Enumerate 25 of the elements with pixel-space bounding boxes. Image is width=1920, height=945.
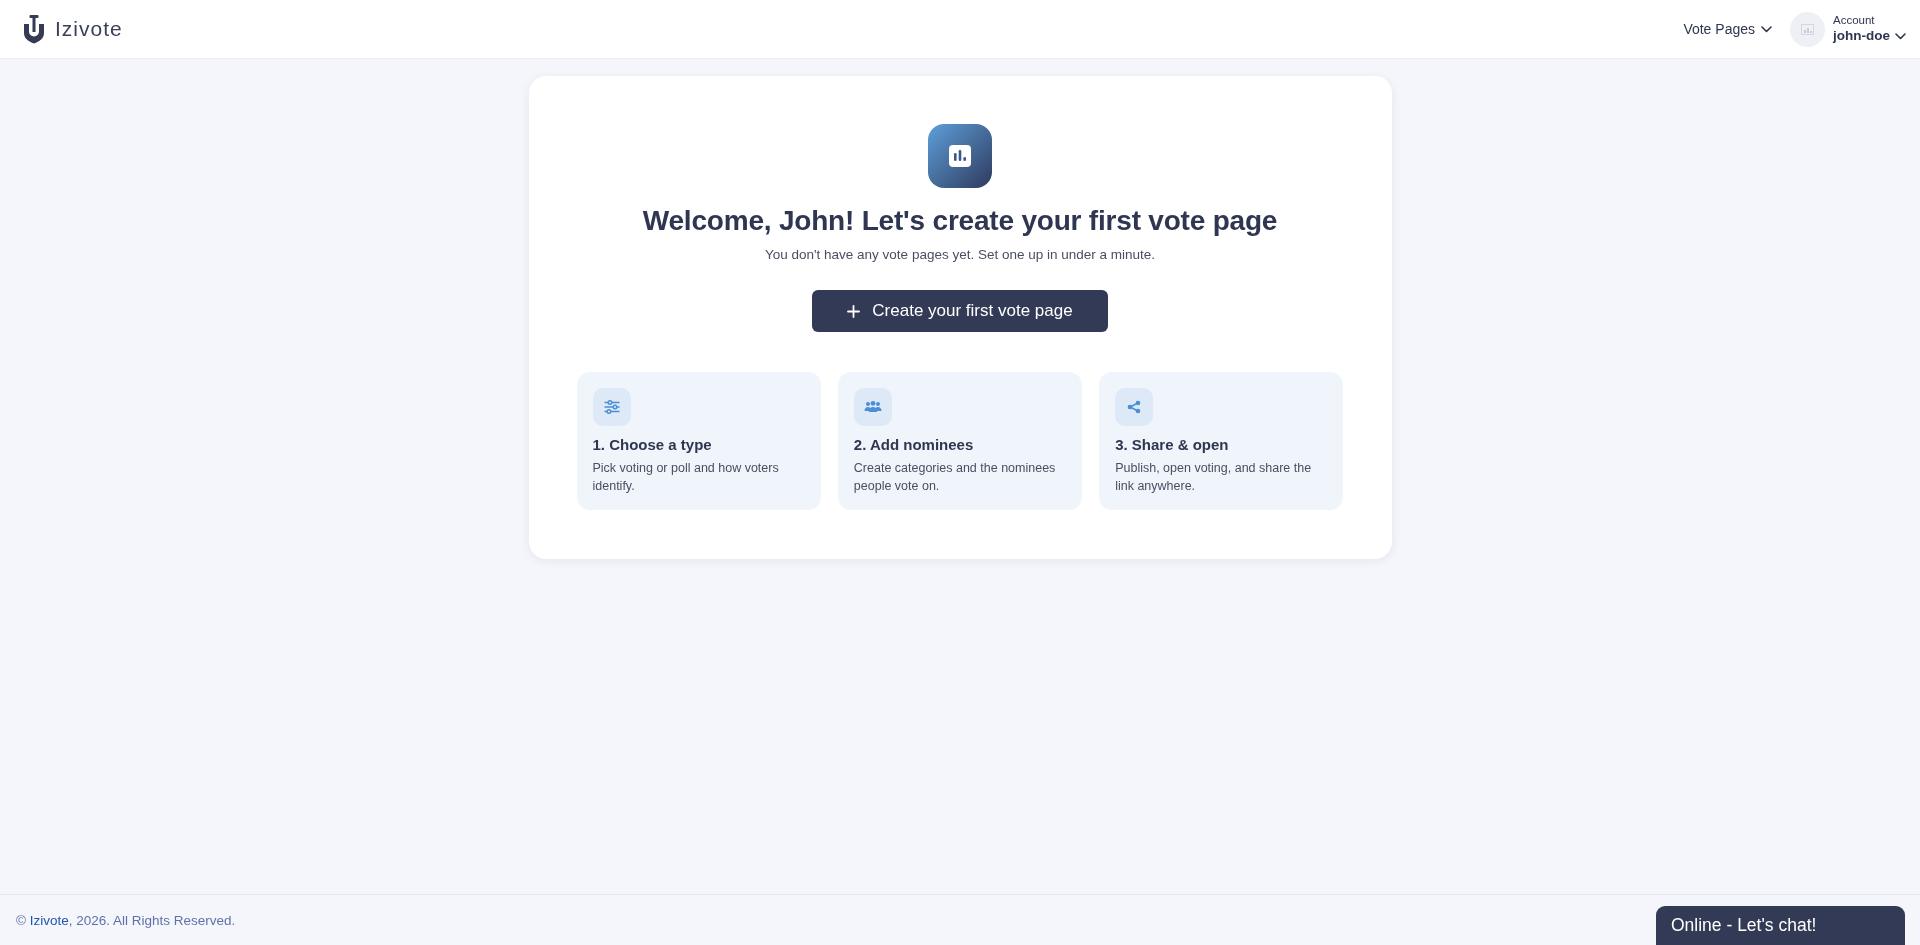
welcome-heading: Welcome, John! Let's create your first vote page	[641, 204, 1279, 238]
logo-link[interactable]: Izivote	[23, 14, 123, 44]
bar-chart-icon	[928, 124, 992, 188]
step-description: Publish, open voting, and share the link anywhere.	[1115, 460, 1313, 495]
sliders-icon	[592, 388, 631, 426]
vote-pages-menu[interactable]: Vote Pages	[1683, 17, 1772, 41]
shield-logo-icon	[23, 14, 45, 44]
chevron-down-icon	[1761, 25, 1772, 33]
people-icon	[853, 388, 892, 426]
step-description: Create categories and the nominees people vote on.	[853, 460, 1057, 495]
image-icon	[1801, 23, 1814, 35]
step-description: Pick voting or poll and how voters identify.	[592, 460, 780, 495]
step-title: 2. Add nominees	[853, 436, 975, 454]
create-vote-page-button[interactable]: Create your first vote page	[812, 290, 1108, 332]
share-icon	[1115, 388, 1154, 426]
account-menu[interactable]: john-doe	[1833, 27, 1906, 45]
account-label: Account	[1833, 13, 1875, 27]
brand-link[interactable]: Izivote	[29, 912, 69, 928]
chat-widget-button[interactable]: Online - Let's chat!	[1656, 906, 1905, 945]
copyright-text: © Izivote, 2026. All Rights Reserved.	[16, 912, 236, 928]
step-title: 3. Share & open	[1115, 436, 1230, 454]
plus-icon	[847, 304, 861, 318]
chevron-down-icon	[1895, 32, 1906, 40]
welcome-subtitle: You don't have any vote pages yet. Set one up in under a minute.	[763, 246, 1157, 264]
step-title: 1. Choose a type	[592, 436, 713, 454]
